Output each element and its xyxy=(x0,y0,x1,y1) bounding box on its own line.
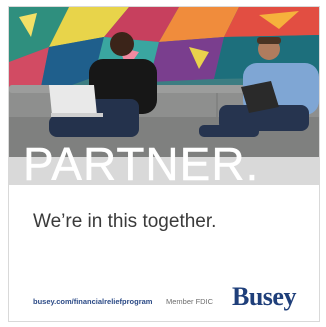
busey-logo[interactable]: Busey xyxy=(232,282,296,312)
ad-banner[interactable]: PARTNER. We’re in this together. busey.c… xyxy=(8,6,320,322)
headline: PARTNER. xyxy=(23,138,260,190)
tagline: We’re in this together. xyxy=(33,211,217,232)
financial-relief-link[interactable]: busey.com/financialreliefprogram xyxy=(33,297,152,306)
fdic-disclosure: Member FDIC xyxy=(166,297,214,306)
